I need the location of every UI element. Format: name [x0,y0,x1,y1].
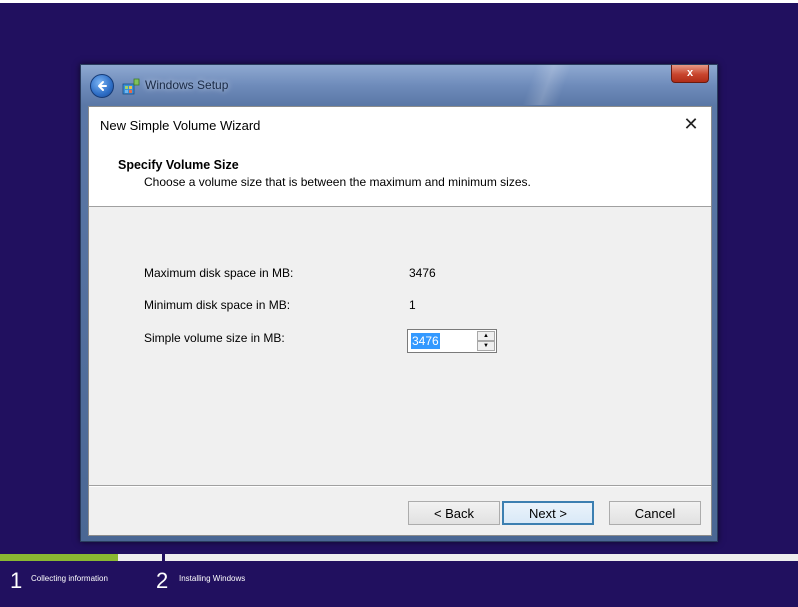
page-heading: Specify Volume Size [118,158,239,172]
wizard-header: Specify Volume Size Choose a volume size… [89,143,711,207]
new-simple-volume-wizard: New Simple Volume Wizard ✕ Specify Volum… [88,106,712,536]
setup-progress-fill [0,554,119,561]
volume-size-label: Simple volume size in MB: [144,331,285,345]
step-2-label: Installing Windows [179,574,246,583]
volume-size-input[interactable]: 3476 [411,333,440,349]
page-description: Choose a volume size that is between the… [144,175,531,189]
volume-size-stepper[interactable]: 3476 ▲ ▼ [407,329,497,353]
cancel-button[interactable]: Cancel [609,501,701,525]
setup-titlebar: Windows Setup x [81,65,717,105]
setup-progress-bar [0,554,798,561]
progress-step-divider [162,554,165,561]
spin-up-icon[interactable]: ▲ [477,331,495,341]
footer-divider-highlight [89,486,711,487]
windows-setup-icon [122,78,140,95]
step-2-number: 2 [156,568,169,593]
step-1-number: 1 [10,568,23,593]
min-disk-space-label: Minimum disk space in MB: [144,298,291,312]
windows-setup-window: Windows Setup x New Simple Volume Wizard… [80,64,718,542]
setup-close-label: x [686,67,694,79]
close-icon[interactable]: ✕ [681,114,701,134]
spin-buttons: ▲ ▼ [477,331,495,351]
spin-down-icon[interactable]: ▼ [477,341,495,351]
wizard-title-row: New Simple Volume Wizard ✕ [89,107,711,143]
max-disk-space-value: 3476 [409,266,436,280]
setup-window-title: Windows Setup [145,78,229,92]
max-disk-space-label: Maximum disk space in MB: [144,266,294,280]
min-disk-space-value: 1 [409,298,416,312]
top-edge [0,0,798,3]
next-button[interactable]: Next > [502,501,594,525]
step-1-label: Collecting information [31,574,108,583]
wizard-title: New Simple Volume Wizard [100,118,261,133]
setup-close-button[interactable]: x [671,65,709,83]
back-arrow-icon[interactable] [90,74,114,98]
back-button[interactable]: < Back [408,501,500,525]
